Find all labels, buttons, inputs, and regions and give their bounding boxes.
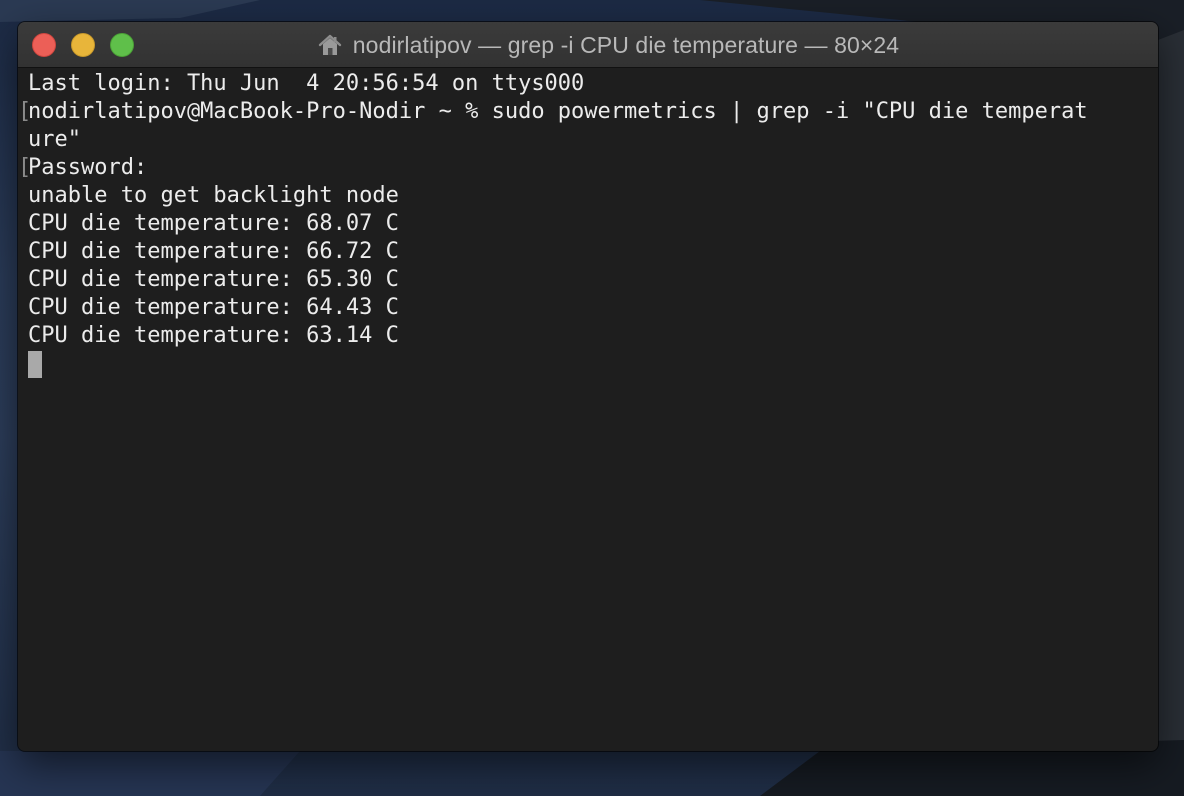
- terminal-line: Last login: Thu Jun 4 20:56:54 on ttys00…: [28, 71, 585, 96]
- terminal-line-temperature: CPU die temperature: 68.07 C: [28, 211, 399, 236]
- window-title-container: nodirlatipov — grep -i CPU die temperatu…: [18, 22, 1158, 68]
- text-cursor: [28, 351, 42, 378]
- selection-bracket-left: [: [18, 99, 32, 124]
- terminal-window[interactable]: nodirlatipov — grep -i CPU die temperatu…: [18, 22, 1158, 751]
- terminal-line-temperature: CPU die temperature: 66.72 C: [28, 239, 399, 264]
- terminal-line-password: [Password:]: [18, 155, 148, 180]
- terminal-line: unable to get backlight node: [28, 183, 399, 208]
- window-title: nodirlatipov — grep -i CPU die temperatu…: [352, 31, 900, 58]
- terminal-line-temperature: CPU die temperature: 64.43 C: [28, 295, 399, 320]
- terminal-output[interactable]: Last login: Thu Jun 4 20:56:54 on ttys00…: [18, 68, 1158, 751]
- title-bar[interactable]: nodirlatipov — grep -i CPU die temperatu…: [18, 22, 1158, 68]
- terminal-line-temperature: CPU die temperature: 63.14 C: [28, 323, 399, 348]
- terminal-line-temperature: CPU die temperature: 65.30 C: [28, 267, 399, 292]
- terminal-line-command-wrap: ure": [28, 127, 81, 152]
- selection-bracket-left: [: [18, 155, 32, 180]
- home-icon: [317, 32, 343, 58]
- terminal-line-command: [nodirlatipov@MacBook-Pro-Nodir ~ % sudo…: [18, 99, 1088, 124]
- terminal-line-prompt: [28, 350, 1158, 378]
